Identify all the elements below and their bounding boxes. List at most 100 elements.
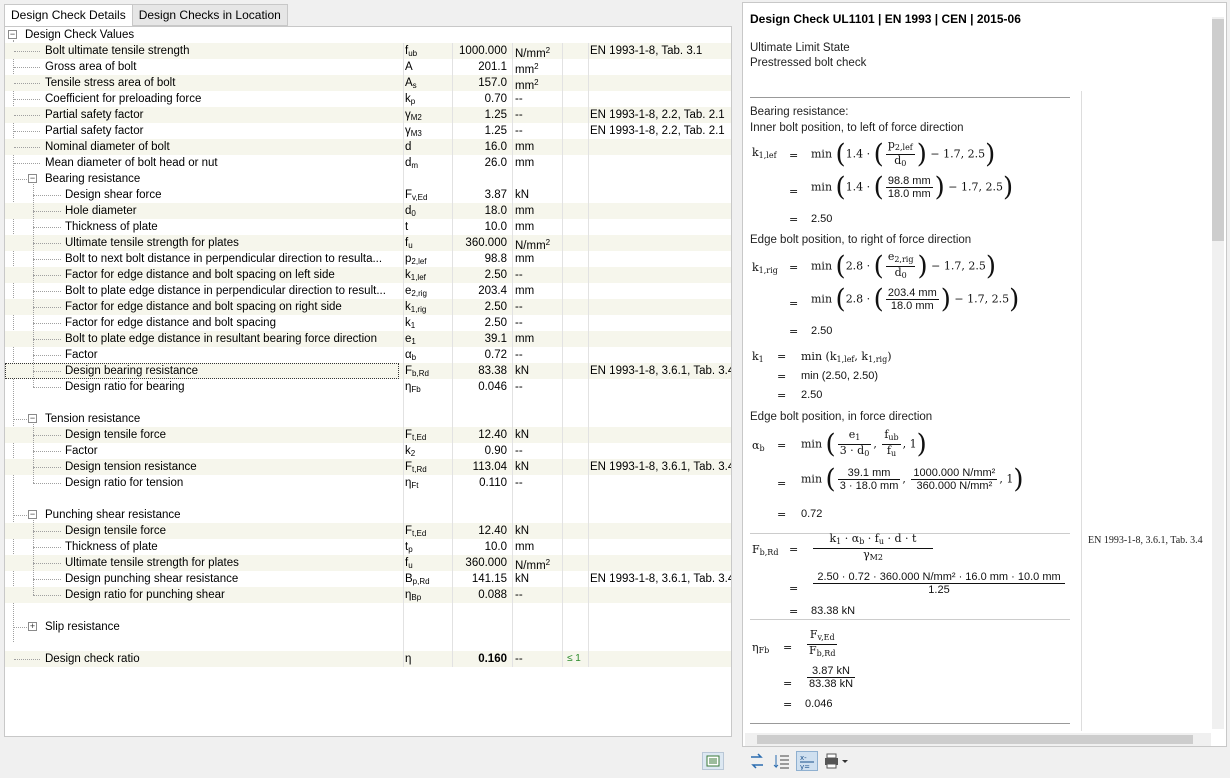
collapse-toggle-icon[interactable]: − <box>28 174 37 183</box>
tree-row[interactable]: Mean diameter of bolt head or nut dm 26.0 m… <box>5 155 731 171</box>
tree-row[interactable]: Ultimate tensile strength for plates fu 36… <box>5 555 731 572</box>
symbol: dm <box>405 157 419 170</box>
tree-item-label: Thickness of plate <box>65 221 158 233</box>
collapse-toggle-icon[interactable]: − <box>28 414 37 423</box>
symbol: Ft,Ed <box>405 525 427 538</box>
tree-row[interactable]: Thickness of plate t 10.0 mm <box>5 219 731 235</box>
tree-group-row[interactable]: + Slip resistance <box>5 619 731 635</box>
tree-row[interactable]: Design shear force Fv,Ed 3.87 kN <box>5 187 731 203</box>
tree-row[interactable]: Nominal diameter of bolt d 16.0 mm <box>5 139 731 155</box>
tree-item-label: Partial safety factor <box>45 125 144 137</box>
tree-connector <box>33 435 61 436</box>
tree-row[interactable]: Ultimate tensile strength for plates fu 36… <box>5 235 731 252</box>
tree-group-row[interactable]: − Bearing resistance <box>5 171 731 187</box>
details-toolbar: x-y= <box>746 751 848 773</box>
tree-connector <box>33 275 61 276</box>
tree-root-label: Design Check Values <box>25 29 135 41</box>
symbol: Bp,Rd <box>405 573 430 586</box>
symbol: ηFt <box>405 477 419 490</box>
formula-k1lef: k1,lef <box>752 146 777 160</box>
horizontal-scroll-thumb[interactable] <box>757 735 1193 744</box>
tree-row[interactable]: Design bearing resistance Fb,Rd 83.38 kN EN … <box>5 363 731 379</box>
unit: -- <box>515 301 523 313</box>
value: 203.4 <box>478 285 507 297</box>
unit: -- <box>515 589 523 601</box>
tree-row[interactable]: Factor k2 0.90 -- <box>5 443 731 459</box>
collapse-toggle-icon[interactable]: − <box>8 30 17 39</box>
column-divider <box>562 43 563 667</box>
tree-row[interactable]: Design tensile force Ft,Ed 12.40 kN <box>5 427 731 443</box>
tree-row[interactable]: Factor αb 0.72 -- <box>5 347 731 363</box>
tree-row[interactable]: Design punching shear resistance Bp,Rd 141… <box>5 571 731 587</box>
tree-connector <box>33 339 61 340</box>
tree-row[interactable]: Partial safety factor γM3 1.25 -- EN 1993-1-… <box>5 123 731 139</box>
tree-row[interactable]: Factor for edge distance and bolt spacin… <box>5 267 731 283</box>
value: 113.04 <box>472 461 507 473</box>
tree-row[interactable]: Bolt to plate edge distance in perpendic… <box>5 283 731 299</box>
tree-group-row[interactable]: − Tension resistance <box>5 411 731 427</box>
tree-item-label: Bolt ultimate tensile strength <box>45 45 190 57</box>
unit: mm <box>515 141 535 153</box>
tree-row[interactable]: Factor for edge distance and bolt spacin… <box>5 299 731 315</box>
tree-row[interactable]: Coefficient for preloading force kp 0.70 -- <box>5 91 731 107</box>
tree-row[interactable]: Bolt to plate edge distance in resultant… <box>5 331 731 347</box>
symbol: fu <box>405 557 413 570</box>
tree-spacer-row <box>5 491 731 507</box>
tree-item-label: Design ratio for tension <box>65 477 184 489</box>
value: 0.088 <box>478 589 507 601</box>
tree-item-label: Hole diameter <box>65 205 137 217</box>
formula-view-button[interactable]: x-y= <box>796 751 818 771</box>
details-title: Design Check UL1101 | EN 1993 | CEN | 20… <box>750 12 1021 26</box>
unit: mm <box>515 285 535 297</box>
tab-design-check-details[interactable]: Design Check Details <box>4 4 133 27</box>
tree-connector <box>33 520 34 595</box>
tree-row[interactable]: Design tensile force Ft,Ed 12.40 kN <box>5 523 731 539</box>
value: 0.110 <box>479 477 507 489</box>
symbol: fub <box>405 45 418 58</box>
svg-text:y=: y= <box>800 763 810 770</box>
tree-row[interactable]: Gross area of bolt A 201.1 mm2 <box>5 59 731 76</box>
left-panel: Design Check Details Design Checks in Lo… <box>0 0 737 778</box>
swap-icon <box>751 753 763 769</box>
export-button[interactable] <box>702 752 724 770</box>
tree-row[interactable]: Tensile stress area of bolt As 157.0 mm2 <box>5 75 731 92</box>
symbol: e2,rig <box>405 285 427 298</box>
collapse-toggle-icon[interactable]: − <box>28 510 37 519</box>
unit: mm <box>515 333 535 345</box>
tree-connector <box>33 259 61 260</box>
symbol: γM3 <box>405 125 422 138</box>
list-sort-button[interactable] <box>771 751 793 771</box>
value: 10.0 <box>484 221 507 233</box>
unit: mm <box>515 157 535 169</box>
tree-item-label: Design tensile force <box>65 429 166 441</box>
symbol: Fv,Ed <box>405 189 428 202</box>
tree-row[interactable]: Thickness of plate tp 10.0 mm <box>5 539 731 555</box>
tree-row[interactable]: Factor for edge distance and bolt spacin… <box>5 315 731 331</box>
tree-row[interactable]: Design tension resistance Ft,Rd 113.04 kN EN… <box>5 459 731 475</box>
value: 0.160 <box>478 653 507 665</box>
tab-design-checks-in-location[interactable]: Design Checks in Location <box>131 4 288 26</box>
tree-row[interactable]: Design ratio for bearing ηFb 0.046 -- <box>5 379 731 395</box>
bearing-heading: Bearing resistance: <box>750 106 849 118</box>
export-icon <box>706 755 720 767</box>
tree-row[interactable]: Partial safety factor γM2 1.25 -- EN 1993-1-… <box>5 107 731 123</box>
tree-row[interactable]: Design ratio for tension ηFt 0.110 -- <box>5 475 731 491</box>
tree-root-row[interactable]: − Design Check Values <box>5 27 731 43</box>
tree-row[interactable]: Design check ratio η 0.160 -- ≤ 1 <box>5 651 731 667</box>
tree-row[interactable]: Bolt ultimate tensile strength fub 1000.00… <box>5 43 731 60</box>
tree-connector <box>33 531 61 532</box>
tree-row[interactable]: Design ratio for punching shear ηBp 0.088-… <box>5 587 731 603</box>
symbol: k1 <box>405 317 416 330</box>
value: 12.40 <box>478 525 507 537</box>
print-button[interactable] <box>821 751 848 771</box>
expand-toggle-icon[interactable]: + <box>28 622 37 631</box>
swap-view-button[interactable] <box>746 751 768 771</box>
tree-row[interactable]: Hole diameter d0 18.0 mm <box>5 203 731 219</box>
unit: -- <box>515 125 523 137</box>
tree-spacer-row <box>5 603 731 619</box>
unit: -- <box>515 349 523 361</box>
vertical-scroll-thumb[interactable] <box>1212 19 1224 241</box>
fbrd-result: 83.38 kN <box>811 605 856 617</box>
tree-group-row[interactable]: − Punching shear resistance <box>5 507 731 523</box>
tree-row[interactable]: Bolt to next bolt distance in perpendicu… <box>5 251 731 267</box>
